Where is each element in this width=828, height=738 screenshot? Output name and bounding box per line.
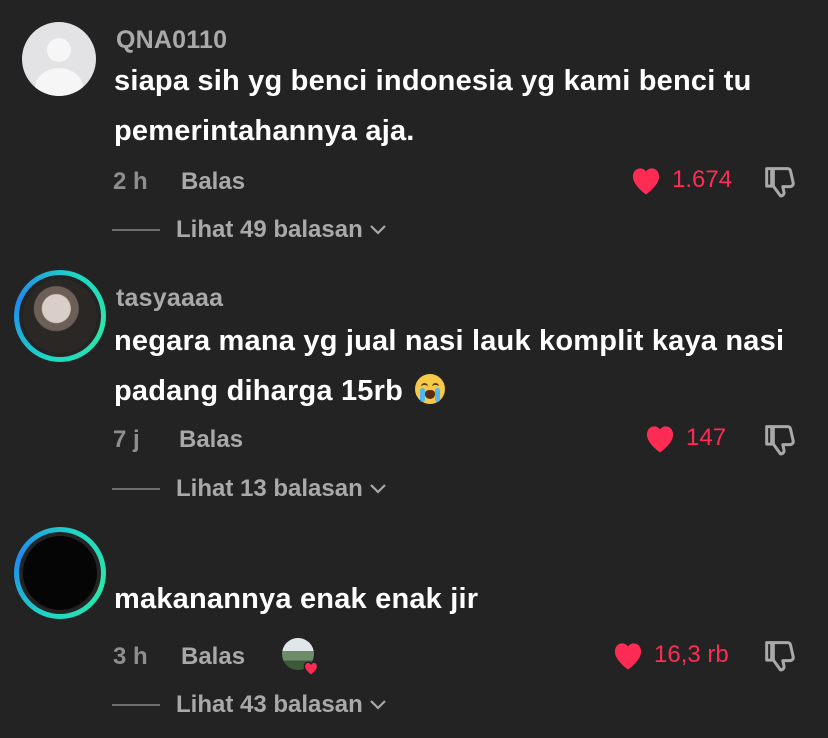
comment-username[interactable]: tasyaaaa [116, 284, 223, 313]
reply-button[interactable]: Balas [181, 168, 245, 196]
comment-text: negara mana yg jual nasi lauk komplit ka… [114, 316, 808, 416]
dislike-icon[interactable] [760, 420, 800, 460]
thread-divider [112, 488, 160, 490]
view-replies-button[interactable]: Lihat 13 balasan [112, 475, 387, 503]
comment-time: 3 h [113, 643, 148, 670]
like-count: 147 [686, 424, 727, 451]
chevron-down-icon [369, 484, 386, 494]
heart-icon [614, 643, 642, 670]
view-replies-button[interactable]: Lihat 43 balasan [112, 691, 387, 719]
view-replies-label: Lihat 13 balasan [176, 475, 363, 502]
avatar-photo [23, 536, 97, 610]
user-avatar[interactable] [22, 22, 96, 96]
creator-liked-badge [282, 638, 319, 676]
reply-button[interactable]: Balas [179, 426, 243, 454]
avatar-photo [23, 279, 97, 353]
chevron-down-icon [369, 225, 386, 235]
view-replies-button[interactable]: Lihat 49 balasan [112, 216, 387, 244]
comment-time: 2 h [113, 168, 148, 195]
like-count: 1.674 [672, 166, 733, 193]
like-button[interactable]: 1.674 [628, 164, 732, 196]
comment-username[interactable]: QNA0110 [116, 26, 227, 55]
dislike-icon[interactable] [760, 162, 800, 202]
comment-text: makanannya enak enak jir [114, 583, 479, 615]
chevron-down-icon [369, 700, 386, 710]
comment-text-content: negara mana yg jual nasi lauk komplit ka… [114, 325, 785, 407]
like-button[interactable]: 147 [642, 422, 726, 454]
like-button[interactable]: 16,3 rb [610, 639, 729, 671]
thread-divider [112, 229, 160, 231]
like-count: 16,3 rb [654, 641, 729, 668]
comment-time: 7 j [113, 426, 140, 453]
view-replies-label: Lihat 49 balasan [176, 216, 363, 243]
heart-icon [303, 661, 319, 676]
thread-divider [112, 704, 160, 706]
comment-text: siapa sih yg benci indonesia yg kami ben… [114, 65, 752, 147]
dislike-icon[interactable] [760, 636, 800, 676]
heart-icon [646, 426, 674, 453]
crying-face-emoji [415, 374, 446, 404]
view-replies-label: Lihat 43 balasan [176, 691, 363, 718]
user-avatar[interactable] [14, 270, 106, 362]
user-avatar[interactable] [14, 527, 106, 619]
heart-icon [632, 168, 660, 195]
reply-button[interactable]: Balas [181, 643, 245, 671]
